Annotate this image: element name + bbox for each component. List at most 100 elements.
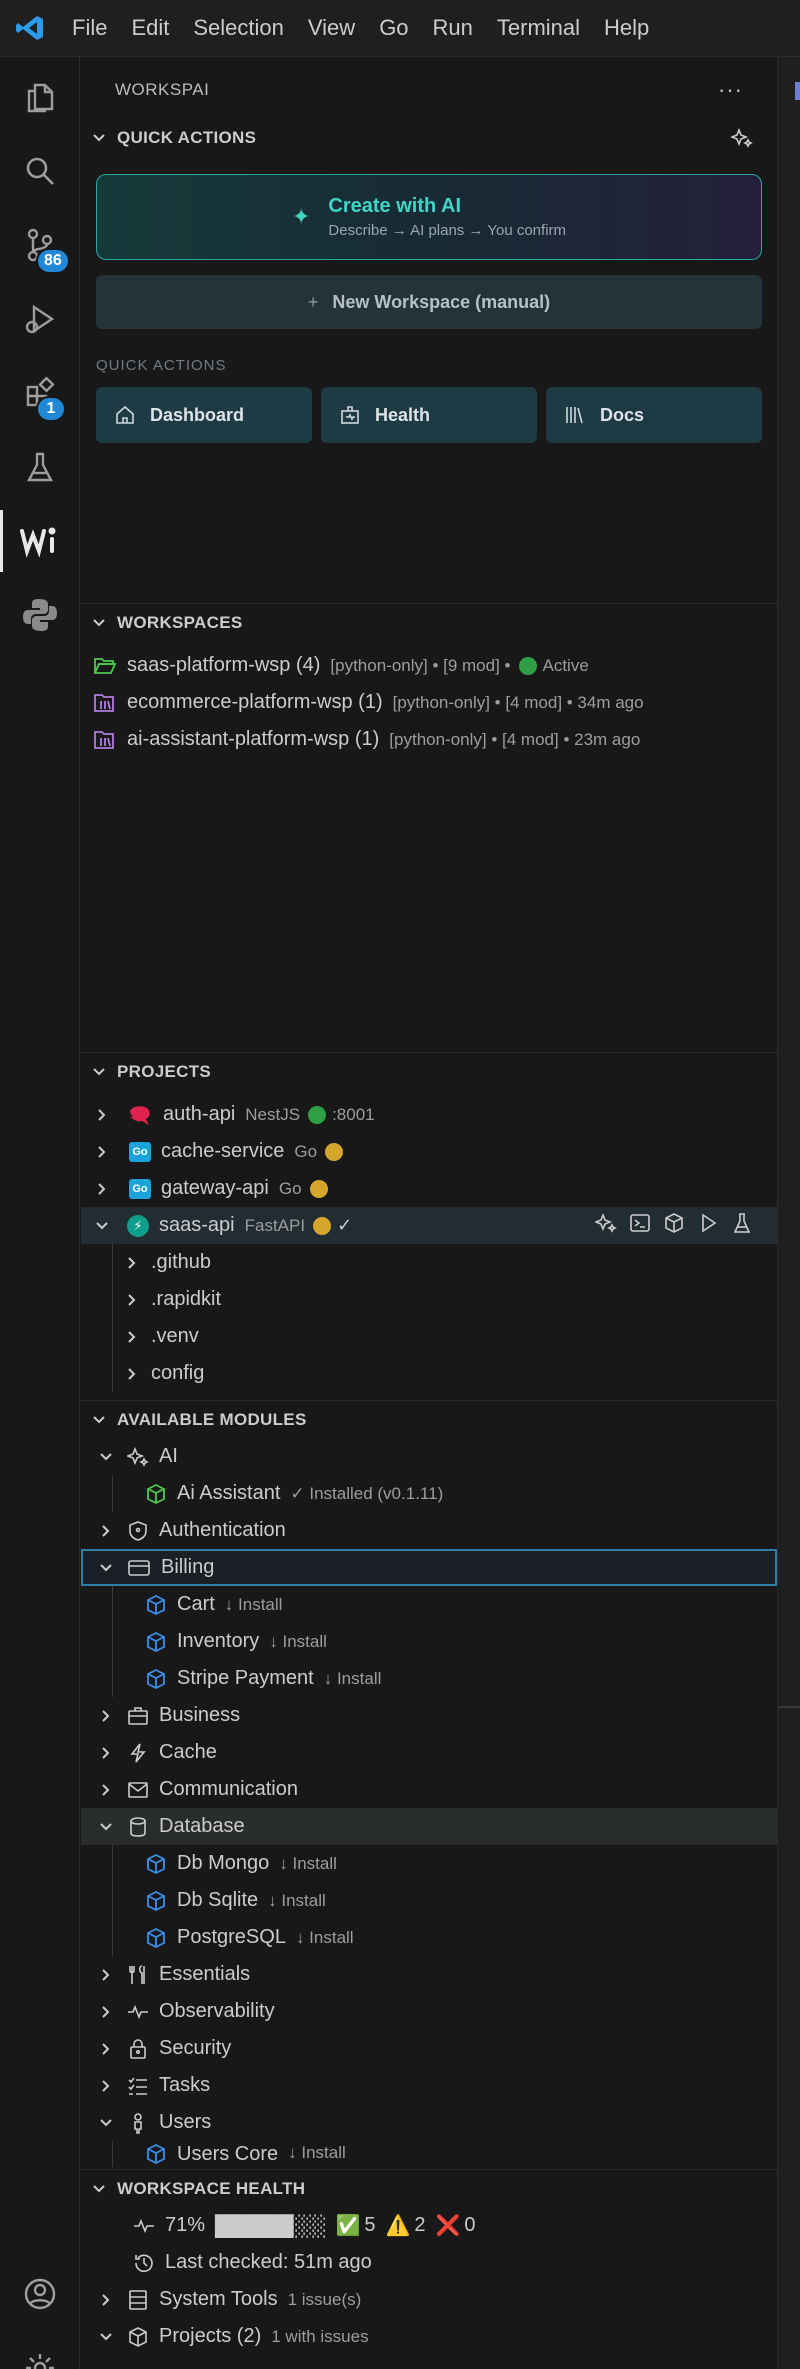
module-name: Stripe Payment xyxy=(177,1667,314,1689)
workspace-item[interactable]: ecommerce-platform-wsp (1) [python-only]… xyxy=(81,684,777,721)
stopped-status-icon xyxy=(325,1142,344,1161)
module-category-tasks[interactable]: Tasks xyxy=(81,2067,777,2104)
folder-item[interactable]: config xyxy=(81,1355,777,1392)
install-action[interactable]: ↓ Install xyxy=(268,1891,326,1911)
health-system-tools[interactable]: System Tools 1 issue(s) xyxy=(81,2281,777,2318)
menu-go[interactable]: Go xyxy=(367,0,420,57)
project-item[interactable]: Go cache-service Go xyxy=(81,1133,777,1170)
module-category-ai[interactable]: AI xyxy=(81,1438,777,1475)
error-count: 0 xyxy=(464,2214,476,2236)
module-item[interactable]: Inventory ↓ Install xyxy=(81,1623,777,1660)
project-framework: NestJS xyxy=(245,1104,301,1124)
explorer-icon[interactable] xyxy=(0,60,80,134)
module-item[interactable]: PostgreSQL ↓ Install xyxy=(81,1919,777,1956)
module-item[interactable]: Stripe Payment ↓ Install xyxy=(81,1660,777,1697)
run-debug-icon[interactable] xyxy=(0,282,80,356)
terminal-action-icon[interactable] xyxy=(629,1212,651,1240)
module-category-cache[interactable]: Cache xyxy=(81,1734,777,1771)
create-with-ai-button[interactable]: ✦ Create with AI Describe → AI plans → Y… xyxy=(96,174,762,260)
menu-help[interactable]: Help xyxy=(592,0,661,57)
account-icon[interactable] xyxy=(0,2257,80,2331)
module-category-billing[interactable]: Billing xyxy=(81,1549,777,1586)
module-item[interactable]: Users Core ↓ Install xyxy=(81,2141,777,2169)
module-category-essentials[interactable]: Essentials xyxy=(81,1956,777,1993)
sidebar-header: WORKSPAI ··· xyxy=(81,57,777,123)
package-icon xyxy=(145,1668,167,1690)
chevron-right-icon xyxy=(93,2042,119,2056)
projects-section-header[interactable]: PROJECTS xyxy=(81,1052,777,1090)
menu-terminal[interactable]: Terminal xyxy=(485,0,592,57)
module-category-observability[interactable]: Observability xyxy=(81,1993,777,2030)
extensions-icon[interactable]: 1 xyxy=(0,356,80,430)
menu-edit[interactable]: Edit xyxy=(119,0,181,57)
settings-gear-icon[interactable] xyxy=(0,2331,80,2369)
package-action-icon[interactable] xyxy=(663,1212,685,1240)
project-item[interactable]: auth-api NestJS :8001 xyxy=(81,1096,777,1133)
install-action[interactable]: ↓ Install xyxy=(279,1854,337,1874)
project-name: cache-service xyxy=(161,1140,285,1162)
install-action[interactable]: ↓ Install xyxy=(225,1595,283,1615)
module-category-communication[interactable]: Communication xyxy=(81,1771,777,1808)
install-action[interactable]: ↓ Install xyxy=(296,1928,354,1948)
more-actions-button[interactable]: ··· xyxy=(718,77,743,103)
workspai-icon[interactable] xyxy=(0,504,80,578)
testing-flask-icon[interactable] xyxy=(0,430,80,504)
category-label: Business xyxy=(159,1704,241,1726)
menu-view[interactable]: View xyxy=(296,0,367,57)
install-action[interactable]: ↓ Install xyxy=(269,1632,327,1652)
health-button[interactable]: Health xyxy=(321,387,537,443)
workspace-item[interactable]: ai-assistant-platform-wsp (1) [python-on… xyxy=(81,721,777,758)
project-name: gateway-api xyxy=(161,1177,269,1199)
sparkle-icon[interactable] xyxy=(729,127,753,154)
module-category-users[interactable]: Users xyxy=(81,2104,777,2141)
last-checked-text: Last checked: 51m ago xyxy=(165,2251,372,2273)
module-category-database[interactable]: Database xyxy=(81,1808,777,1845)
module-item[interactable]: Cart ↓ Install xyxy=(81,1586,777,1623)
install-action[interactable]: ↓ Install xyxy=(324,1669,382,1689)
folder-item[interactable]: .rapidkit xyxy=(81,1281,777,1318)
menu-selection[interactable]: Selection xyxy=(181,0,296,57)
search-icon[interactable] xyxy=(0,134,80,208)
health-label: Health xyxy=(375,404,431,425)
lock-icon xyxy=(127,2038,149,2060)
module-category-authentication[interactable]: Authentication xyxy=(81,1512,777,1549)
ai-sparkle-action-icon[interactable] xyxy=(593,1212,617,1240)
source-control-icon[interactable]: 86 xyxy=(0,208,80,282)
module-category-security[interactable]: Security xyxy=(81,2030,777,2067)
docs-button[interactable]: Docs xyxy=(546,387,762,443)
menu-file[interactable]: File xyxy=(60,0,119,57)
install-action[interactable]: ↓ Install xyxy=(288,2143,346,2163)
sparkle-icon xyxy=(127,1446,149,1468)
module-item[interactable]: Ai Assistant ✓ Installed (v0.1.11) xyxy=(81,1475,777,1512)
quick-actions-section-header[interactable]: QUICK ACTIONS xyxy=(81,119,777,157)
chevron-down-icon xyxy=(81,131,117,145)
run-action-icon[interactable] xyxy=(697,1212,719,1240)
workspaces-section-header[interactable]: WORKSPACES xyxy=(81,603,777,641)
menu-run[interactable]: Run xyxy=(421,0,485,57)
chevron-right-icon xyxy=(93,1746,119,1760)
folder-item[interactable]: .github xyxy=(81,1244,777,1281)
nestjs-icon xyxy=(127,1103,153,1127)
module-item[interactable]: Db Sqlite ↓ Install xyxy=(81,1882,777,1919)
chevron-right-icon xyxy=(119,1330,145,1344)
project-name: saas-api xyxy=(159,1214,235,1236)
project-item-selected[interactable]: ⚡ saas-api FastAPI ✓ xyxy=(81,1207,777,1244)
new-workspace-button[interactable]: + New Workspace (manual) xyxy=(96,275,762,329)
modules-section-header[interactable]: AVAILABLE MODULES xyxy=(81,1400,777,1438)
stopped-status-icon xyxy=(309,1179,328,1198)
folder-item[interactable]: .venv xyxy=(81,1318,777,1355)
workspace-item[interactable]: saas-platform-wsp (4) [python-only] • [9… xyxy=(81,647,777,684)
module-item[interactable]: Db Mongo ↓ Install xyxy=(81,1845,777,1882)
category-label: Observability xyxy=(159,2000,275,2022)
test-flask-action-icon[interactable] xyxy=(731,1212,753,1240)
health-section-header[interactable]: WORKSPACE HEALTH xyxy=(81,2169,777,2207)
dashboard-button[interactable]: Dashboard xyxy=(96,387,312,443)
python-icon[interactable] xyxy=(0,578,80,652)
health-projects[interactable]: Projects (2) 1 with issues xyxy=(81,2318,777,2355)
module-category-business[interactable]: Business xyxy=(81,1697,777,1734)
project-item[interactable]: Go gateway-api Go xyxy=(81,1170,777,1207)
chevron-down-icon xyxy=(81,616,117,630)
quick-actions-sublabel: QUICK ACTIONS xyxy=(96,357,227,374)
create-ai-subtitle: Describe → AI plans → You confirm xyxy=(328,222,567,239)
chevron-right-icon xyxy=(93,1709,119,1723)
